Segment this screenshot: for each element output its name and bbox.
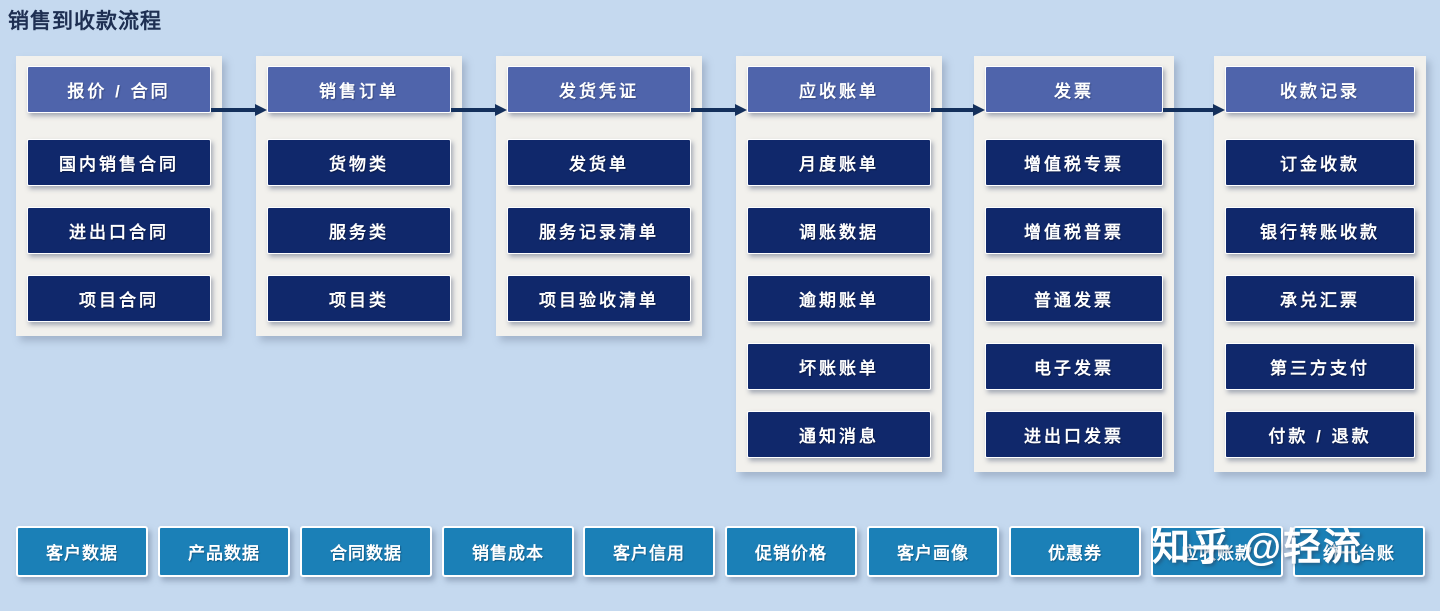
flow-item[interactable]: 服务记录清单 bbox=[507, 207, 691, 254]
flow-item[interactable]: 服务类 bbox=[267, 207, 451, 254]
flow-item[interactable]: 项目验收清单 bbox=[507, 275, 691, 322]
flow-item[interactable]: 订金收款 bbox=[1225, 139, 1415, 186]
data-tag[interactable]: 应收账款 bbox=[1151, 526, 1283, 577]
flow-item[interactable]: 付款 / 退款 bbox=[1225, 411, 1415, 458]
data-tag[interactable]: 产品数据 bbox=[158, 526, 290, 577]
flow-column-header[interactable]: 应收账单 bbox=[747, 66, 931, 113]
flow-item[interactable]: 普通发票 bbox=[985, 275, 1163, 322]
data-tag[interactable]: 统一台账 bbox=[1293, 526, 1425, 577]
flow-item[interactable]: 增值税普票 bbox=[985, 207, 1163, 254]
flow-item[interactable]: 项目类 bbox=[267, 275, 451, 322]
flow-item[interactable]: 承兑汇票 bbox=[1225, 275, 1415, 322]
flow-item[interactable]: 调账数据 bbox=[747, 207, 931, 254]
flow-diagram: 报价 / 合同 国内销售合同 进出口合同 项目合同 销售订单 货物类 服务类 项目类 发货凭证发… bbox=[0, 56, 1440, 506]
flow-item[interactable]: 月度账单 bbox=[747, 139, 931, 186]
flow-item[interactable]: 进出口发票 bbox=[985, 411, 1163, 458]
data-tag[interactable]: 促销价格 bbox=[725, 526, 857, 577]
flow-column-3: 发货凭证发货单服务记录清单 项目验收清单 bbox=[496, 56, 702, 336]
flow-item[interactable]: 银行转账收款 bbox=[1225, 207, 1415, 254]
flow-column-header[interactable]: 发货凭证 bbox=[507, 66, 691, 113]
flow-item[interactable]: 项目合同 bbox=[27, 275, 211, 322]
data-tag[interactable]: 客户数据 bbox=[16, 526, 148, 577]
flow-column-header[interactable]: 报价 / 合同 bbox=[27, 66, 211, 113]
data-tag[interactable]: 合同数据 bbox=[300, 526, 432, 577]
data-tag[interactable]: 优惠券 bbox=[1009, 526, 1141, 577]
flow-column-header[interactable]: 发票 bbox=[985, 66, 1163, 113]
flow-column-5: 发票增值税专票增值税普票普通发票电子发票进出口发票 bbox=[974, 56, 1174, 472]
flow-item[interactable]: 坏账账单 bbox=[747, 343, 931, 390]
flow-column-6: 收款记录订金收款银行转账收款 承兑汇票第三方支付付款 / 退款 bbox=[1214, 56, 1426, 472]
flow-column-header[interactable]: 销售订单 bbox=[267, 66, 451, 113]
flow-column-2: 销售订单货物类服务类项目类 bbox=[256, 56, 462, 336]
flow-item[interactable]: 逾期账单 bbox=[747, 275, 931, 322]
data-tag-row: 客户数据 产品数据 合同数据 销售成本 客户信用 促销价格 客户画像 优惠券 应收账款 统一台账 bbox=[0, 522, 1440, 592]
flow-column-4: 应收账单月度账单调账数据逾期账单坏账账单通知消息 bbox=[736, 56, 942, 472]
page-title: 销售到收款流程 bbox=[8, 10, 162, 33]
flow-column-header[interactable]: 收款记录 bbox=[1225, 66, 1415, 113]
data-tag[interactable]: 客户画像 bbox=[867, 526, 999, 577]
flow-item[interactable]: 进出口合同 bbox=[27, 207, 211, 254]
flow-item[interactable]: 电子发票 bbox=[985, 343, 1163, 390]
flow-item[interactable]: 发货单 bbox=[507, 139, 691, 186]
flow-item[interactable]: 货物类 bbox=[267, 139, 451, 186]
data-tag[interactable]: 销售成本 bbox=[442, 526, 574, 577]
flow-item[interactable]: 增值税专票 bbox=[985, 139, 1163, 186]
flow-item[interactable]: 第三方支付 bbox=[1225, 343, 1415, 390]
data-tag[interactable]: 客户信用 bbox=[583, 526, 715, 577]
flow-item[interactable]: 国内销售合同 bbox=[27, 139, 211, 186]
flow-item[interactable]: 通知消息 bbox=[747, 411, 931, 458]
flow-column-1: 报价 / 合同 国内销售合同 进出口合同项目合同 bbox=[16, 56, 222, 336]
